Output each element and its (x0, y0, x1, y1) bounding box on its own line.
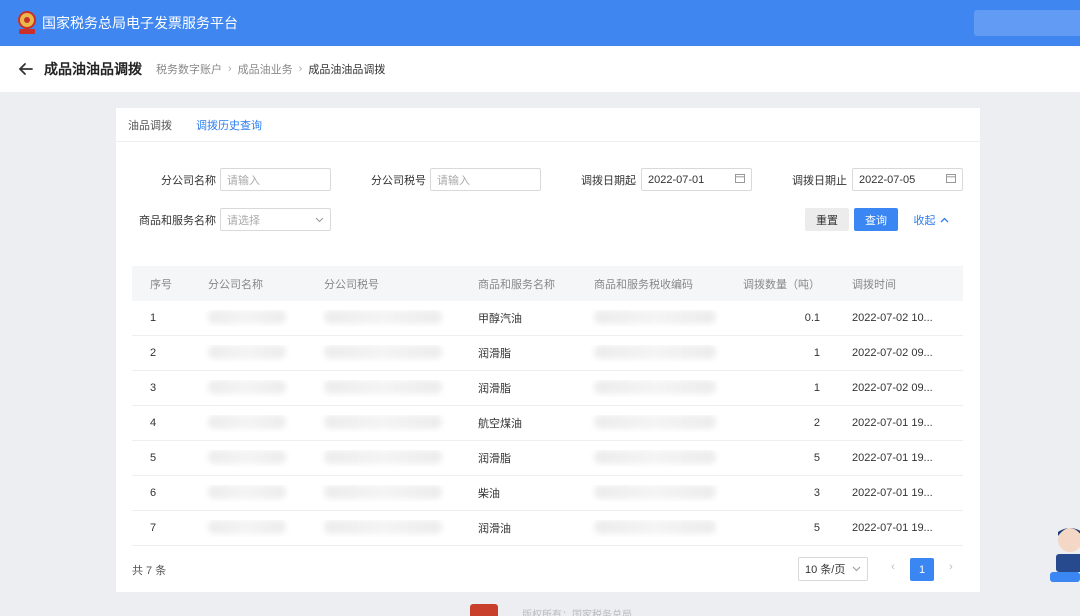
branch-tax-no-input[interactable]: 请输入 (430, 168, 541, 191)
back-arrow-icon[interactable] (18, 61, 34, 77)
col-goods-name: 商品和服务名称 (478, 278, 555, 291)
redacted-branch-name (208, 379, 286, 394)
redacted-branch-name (208, 449, 286, 464)
tab-oil-allocation[interactable]: 油品调拨 (128, 117, 172, 133)
page-header: 成品油油品调拨 税务数字账户 › 成品油业务 › 成品油油品调拨 (0, 46, 1080, 92)
filter-date-start: 调拨日期起 2022-07-01 (566, 168, 752, 191)
tab-bar: 油品调拨 调拨历史查询 (116, 108, 980, 142)
redacted-tax-code (594, 519, 716, 534)
col-time: 调拨时间 (852, 278, 896, 291)
redacted-tax-code (594, 309, 716, 324)
table-row: 3 润滑脂 1 2022-07-02 09... (132, 371, 963, 406)
redacted-tax-no (324, 484, 442, 499)
goods-name-select[interactable]: 请选择 (220, 208, 331, 231)
page-title: 成品油油品调拨 (44, 61, 142, 77)
branch-tax-no-label: 分公司税号 (371, 174, 426, 187)
table-row: 7 润滑油 5 2022-07-01 19... (132, 511, 963, 546)
filter-goods-name: 商品和服务名称 请选择 (116, 208, 331, 231)
table-header: 序号 分公司名称 分公司税号 商品和服务名称 商品和服务税收编码 调拨数量（吨）… (132, 266, 963, 301)
page-button-current[interactable]: 1 (910, 558, 934, 581)
redacted-tax-code (594, 484, 716, 499)
breadcrumb-item-oil-business[interactable]: 成品油业务 (238, 61, 293, 77)
redacted-tax-code (594, 379, 716, 394)
breadcrumb-item-digital-account[interactable]: 税务数字账户 (156, 61, 222, 77)
redacted-tax-no (324, 379, 442, 394)
redacted-tax-no (324, 414, 442, 429)
collapse-toggle[interactable]: 收起 (910, 208, 952, 231)
table-row: 6 柴油 3 2022-07-01 19... (132, 476, 963, 511)
footer-copyright: 版权所有：国家税务总局 (522, 610, 632, 616)
calendar-icon (735, 173, 745, 186)
footer-emblem-icon (470, 604, 498, 616)
user-area[interactable] (974, 10, 1080, 36)
reset-button[interactable]: 重置 (805, 208, 849, 231)
col-quantity: 调拨数量（吨） (743, 278, 820, 291)
table-row: 2 润滑脂 1 2022-07-02 09... (132, 336, 963, 371)
filter-branch-tax-no: 分公司税号 请输入 (356, 168, 541, 191)
total-count: 共 7 条 (132, 565, 167, 577)
chevron-right-icon: › (298, 63, 303, 75)
chevron-down-icon (315, 214, 324, 226)
page-size-select[interactable]: 10 条/页 (798, 557, 868, 581)
col-branch-name: 分公司名称 (208, 278, 263, 291)
branch-name-input[interactable]: 请输入 (220, 168, 331, 191)
table-row: 1 甲醇汽油 0.1 2022-07-02 10... (132, 301, 963, 336)
redacted-tax-code (594, 414, 716, 429)
date-end-label: 调拨日期止 (792, 174, 847, 187)
filter-branch-name: 分公司名称 请输入 (116, 168, 331, 191)
redacted-tax-no (324, 344, 442, 359)
col-tax-code: 商品和服务税收编码 (594, 278, 693, 291)
prev-page-icon[interactable]: ‹ (886, 561, 900, 577)
breadcrumb: 税务数字账户 › 成品油业务 › 成品油油品调拨 (156, 61, 385, 77)
col-branch-tax-no: 分公司税号 (324, 278, 379, 291)
redacted-tax-code (594, 344, 716, 359)
redacted-branch-name (208, 414, 286, 429)
chevron-down-icon (852, 563, 861, 575)
redacted-branch-name (208, 484, 286, 499)
redacted-branch-name (208, 344, 286, 359)
query-button[interactable]: 查询 (854, 208, 898, 231)
col-index: 序号 (150, 278, 172, 291)
redacted-tax-code (594, 449, 716, 464)
table-row: 5 润滑脂 5 2022-07-01 19... (132, 441, 963, 476)
redacted-tax-no (324, 449, 442, 464)
redacted-branch-name (208, 309, 286, 324)
redacted-tax-no (324, 309, 442, 324)
date-start-label: 调拨日期起 (581, 174, 636, 187)
allocation-history-table: 序号 分公司名称 分公司税号 商品和服务名称 商品和服务税收编码 调拨数量（吨）… (132, 266, 963, 546)
goods-name-label: 商品和服务名称 (139, 214, 216, 227)
tax-emblem-icon (16, 10, 38, 36)
breadcrumb-item-current: 成品油油品调拨 (308, 64, 386, 76)
next-page-icon[interactable]: › (944, 561, 958, 577)
branch-name-label: 分公司名称 (161, 174, 216, 187)
chevron-up-icon (940, 214, 949, 226)
date-end-input[interactable]: 2022-07-05 (852, 168, 963, 191)
calendar-icon (946, 173, 956, 186)
top-bar: 国家税务总局电子发票服务平台 (0, 0, 1080, 46)
date-start-input[interactable]: 2022-07-01 (641, 168, 752, 191)
redacted-branch-name (208, 519, 286, 534)
redacted-tax-no (324, 519, 442, 534)
filter-date-end: 调拨日期止 2022-07-05 (776, 168, 963, 191)
customer-service-icon[interactable] (1050, 520, 1080, 584)
main-card: 油品调拨 调拨历史查询 分公司名称 请输入 分公司税号 请输入 调拨日期起 20… (116, 108, 980, 592)
app-title: 国家税务总局电子发票服务平台 (42, 15, 238, 31)
chevron-right-icon: › (228, 63, 232, 75)
table-row: 4 航空煤油 2 2022-07-01 19... (132, 406, 963, 441)
tab-allocation-history[interactable]: 调拨历史查询 (196, 117, 262, 133)
